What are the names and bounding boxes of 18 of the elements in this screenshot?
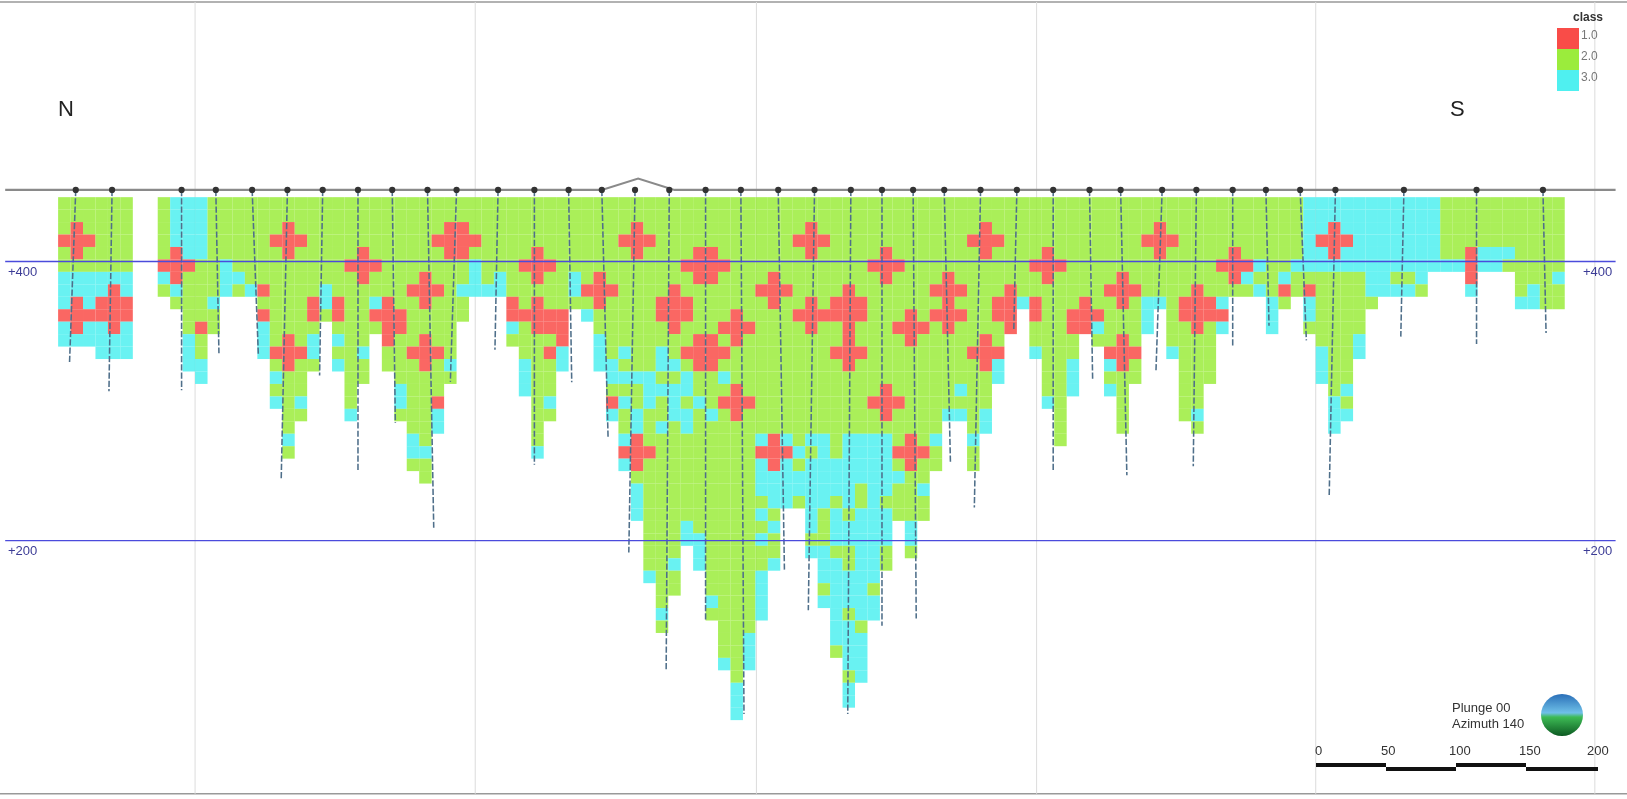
scale-tick-label: 150 xyxy=(1519,743,1541,758)
elevation-label: +400 xyxy=(1583,264,1613,279)
globe-icon xyxy=(1540,693,1584,737)
north-label: N xyxy=(58,96,74,122)
legend-label: 3.0 xyxy=(1581,70,1598,84)
scale-tick-label: 50 xyxy=(1381,743,1396,758)
elevation-label: +400 xyxy=(8,264,38,279)
scale-tick-label: 0 xyxy=(1315,743,1323,758)
scale-tick-label: 200 xyxy=(1587,743,1609,758)
legend-title: class xyxy=(1573,10,1604,24)
south-label: S xyxy=(1450,96,1465,122)
legend-label: 2.0 xyxy=(1581,49,1598,63)
scale-tick-label: 100 xyxy=(1449,743,1471,758)
elevation-label: +200 xyxy=(8,543,38,558)
legend-label: 1.0 xyxy=(1581,28,1598,42)
azimuth-label: Azimuth 140 xyxy=(1452,716,1525,732)
elevation-label: +200 xyxy=(1583,543,1613,558)
plunge-label: Plunge 00 xyxy=(1452,700,1512,716)
